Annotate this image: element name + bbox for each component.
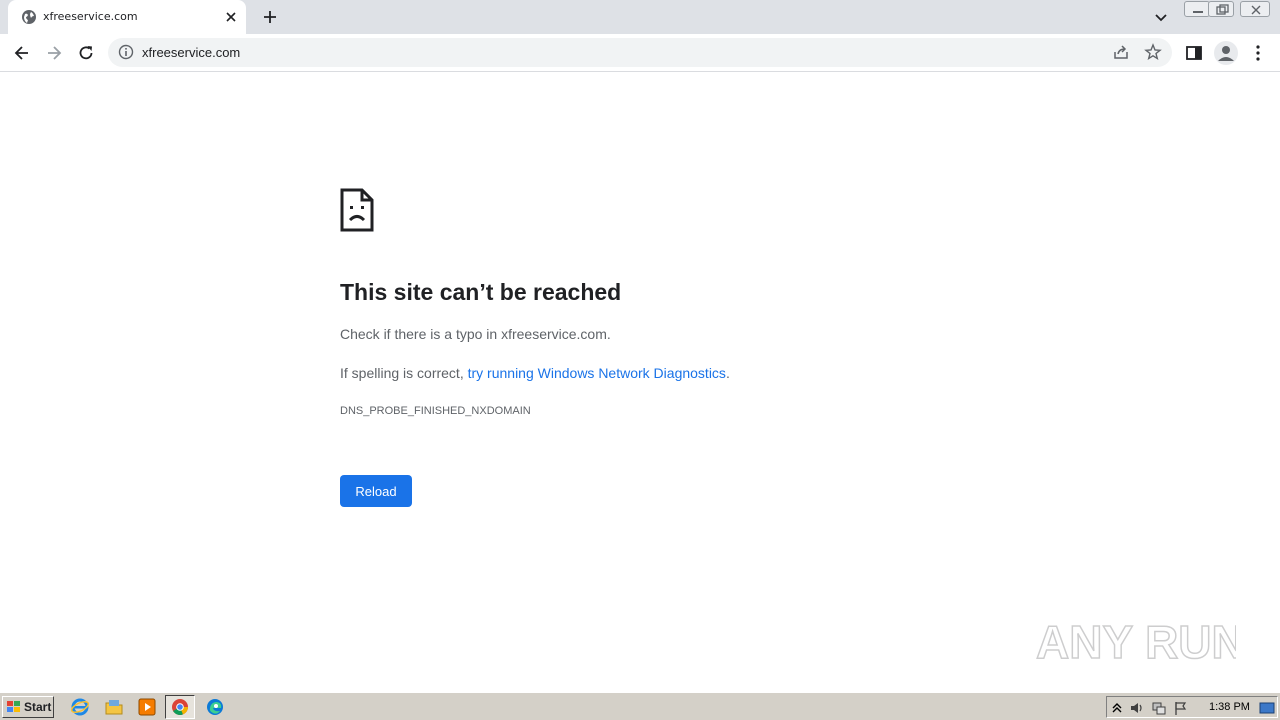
more-menu-icon[interactable] <box>1248 43 1268 63</box>
chevron-down-icon[interactable] <box>1152 8 1170 26</box>
share-icon[interactable] <box>1112 43 1130 61</box>
reload-button[interactable]: Reload <box>340 475 412 507</box>
reload-icon[interactable] <box>76 43 96 63</box>
speaker-icon[interactable] <box>1129 700 1145 716</box>
network-diagnostics-link[interactable]: try running Windows Network Diagnostics <box>468 365 726 381</box>
flag-icon[interactable] <box>1173 700 1189 716</box>
start-label: Start <box>24 700 52 714</box>
error-description: Check if there is a typo in xfreeservice… <box>340 326 611 342</box>
person-icon <box>1218 46 1234 61</box>
start-button[interactable]: Start <box>2 696 54 718</box>
forward-icon[interactable] <box>44 43 64 63</box>
minimize-window-button[interactable] <box>1184 1 1210 17</box>
side-panel-icon[interactable] <box>1184 43 1204 63</box>
bookmark-star-icon[interactable] <box>1144 43 1162 61</box>
error-suggestion: If spelling is correct, try running Wind… <box>340 365 730 381</box>
profile-avatar[interactable] <box>1214 41 1238 65</box>
tab-title: xfreeservice.com <box>43 10 138 23</box>
clock: 1:38 PM <box>1209 701 1250 713</box>
windows-logo-icon <box>7 701 20 712</box>
network-icon[interactable] <box>1151 700 1167 716</box>
taskbar: Start 1:38 PM <box>0 692 1280 720</box>
suggestion-prefix: If spelling is correct, <box>340 365 468 381</box>
system-tray: 1:38 PM <box>1106 696 1278 718</box>
taskbar-chrome-active[interactable] <box>165 695 195 719</box>
url-text[interactable]: xfreeservice.com <box>142 45 240 60</box>
tab-strip: xfreeservice.com <box>0 0 1280 34</box>
restore-window-button[interactable] <box>1208 1 1234 17</box>
suggestion-suffix: . <box>725 365 730 381</box>
watermark-text: ANY RUN <box>1036 616 1236 668</box>
anyrun-watermark: ANY RUN <box>1036 615 1236 669</box>
browser-toolbar: xfreeservice.com <box>0 34 1280 72</box>
browser-tab[interactable]: xfreeservice.com <box>8 0 246 34</box>
edge-icon[interactable] <box>205 697 225 717</box>
new-tab-icon[interactable] <box>260 7 280 27</box>
folder-icon[interactable] <box>104 697 124 717</box>
address-bar[interactable]: xfreeservice.com <box>108 38 1172 67</box>
sad-page-icon <box>340 188 374 232</box>
internet-explorer-icon[interactable] <box>70 697 90 717</box>
show-desktop-icon[interactable] <box>1259 700 1275 716</box>
chrome-icon <box>172 699 188 715</box>
close-tab-icon[interactable] <box>223 9 239 25</box>
media-player-icon[interactable] <box>137 697 157 717</box>
page-title: This site can’t be reached <box>340 279 622 305</box>
back-icon[interactable] <box>12 43 32 63</box>
info-icon[interactable] <box>118 44 134 60</box>
close-window-button[interactable] <box>1240 1 1270 17</box>
globe-icon <box>22 10 36 24</box>
chevron-up-icon[interactable] <box>1109 700 1125 716</box>
error-code: DNS_PROBE_FINISHED_NXDOMAIN <box>340 405 531 417</box>
